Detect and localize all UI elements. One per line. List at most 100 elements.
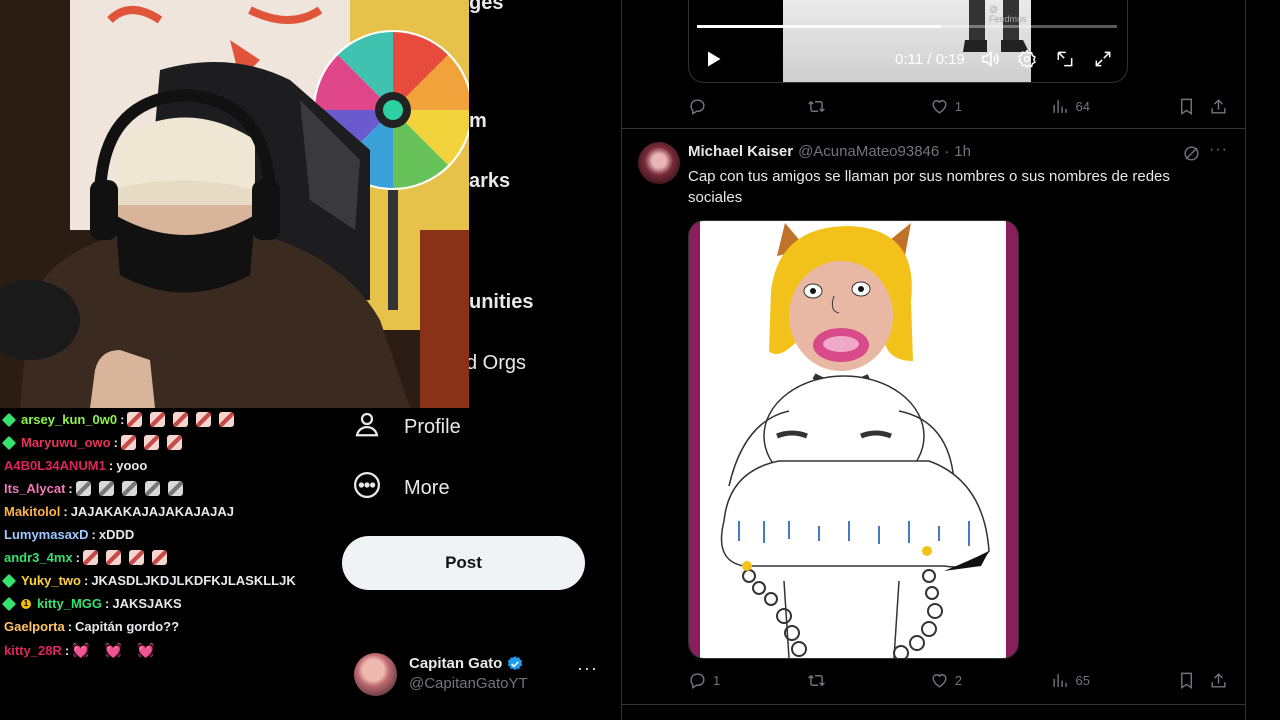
chat-emote-icon	[127, 412, 143, 427]
chat-username[interactable]: Yuky_two	[21, 573, 81, 588]
repost-icon	[807, 100, 825, 112]
play-button[interactable]	[703, 47, 723, 71]
chat-message: Yuky_two : JKASDLJKDJLKDFKJLASKLLJK	[1, 573, 296, 588]
views-icon	[1052, 99, 1067, 113]
chat-separator: :	[75, 550, 80, 565]
nav-item-profile[interactable]: Profile	[352, 409, 461, 445]
like-count: 1	[954, 98, 962, 114]
chat-emote-icon	[120, 435, 136, 450]
chat-separator: :	[63, 504, 68, 519]
like-button[interactable]: 2	[930, 671, 1051, 690]
chat-emote-icon: 💓	[72, 642, 90, 658]
views-icon	[1052, 673, 1067, 687]
chat-message: andr3_4mx :	[4, 550, 172, 565]
chat-message: Makitolol : JAJAKAKAJAJAKAJAJAJ	[4, 504, 234, 519]
video-time: 0:11 / 0:19	[895, 50, 965, 68]
chat-username[interactable]: A4B0L34ANUM1	[4, 458, 106, 473]
chat-emote-icon	[83, 550, 98, 565]
chat-text: JKASDLJKDJLKDFKJLASKLLJK	[91, 573, 296, 588]
subscriber-badge-icon	[1, 412, 17, 427]
chat-emote-icon	[143, 435, 159, 450]
chat-text: yooo	[116, 458, 148, 473]
bookmark-icon	[1181, 98, 1193, 115]
webcam-scene	[0, 0, 469, 408]
chat-message: LumymasaxD : xDDD	[4, 527, 134, 542]
chat-username[interactable]: Its_Alycat	[4, 481, 65, 496]
views-count: 65	[1075, 672, 1090, 688]
chat-emote-icon: 💓	[137, 642, 155, 658]
chat-username[interactable]: Maryuwu_owo	[21, 435, 111, 450]
chat-username[interactable]: Gaelporta	[4, 619, 65, 634]
nav-messages-label-fragment[interactable]: ges	[469, 0, 503, 15]
volume-button[interactable]	[979, 47, 1001, 71]
tweet-1-actions: 1 64	[688, 94, 1228, 118]
chat-username[interactable]: arsey_kun_0w0	[21, 412, 117, 427]
reply-button[interactable]: 1	[688, 671, 807, 690]
profile-icon	[352, 409, 382, 445]
chat-username[interactable]: kitty_MGG	[37, 596, 102, 611]
chat-username[interactable]: LumymasaxD	[4, 527, 89, 542]
share-button[interactable]	[1209, 671, 1228, 690]
nav-bookmarks-label-fragment[interactable]: arks	[469, 170, 510, 193]
chat-username[interactable]: andr3_4mx	[4, 550, 73, 565]
nav-premium-label-fragment[interactable]: m	[469, 110, 487, 133]
tweet-divider	[622, 128, 1245, 129]
tweet-more-icon[interactable]: ···	[1209, 141, 1228, 159]
video-watermark: @ Feedmus	[989, 4, 1027, 24]
chat-emote-icon	[121, 481, 137, 496]
chat-separator: :	[64, 643, 70, 658]
tweet-author-handle[interactable]: @AcunaMateo93846	[798, 143, 939, 160]
chat-username[interactable]: Makitolol	[4, 504, 60, 519]
account-switcher[interactable]: Capitan Gato @CapitanGatoYT ···	[354, 650, 610, 698]
account-handle: @CapitanGatoYT	[409, 675, 528, 692]
account-more-icon[interactable]: ···	[577, 658, 598, 679]
nav-more-label: More	[404, 476, 450, 499]
views-button[interactable]: 65	[1051, 671, 1178, 690]
repost-button[interactable]	[807, 671, 930, 690]
nav-item-more[interactable]: More	[352, 470, 450, 506]
tweet-timestamp[interactable]: 1h	[954, 143, 971, 160]
reply-button[interactable]	[688, 97, 807, 116]
chat-username[interactable]: kitty_28R	[4, 643, 62, 658]
nav-verified-orgs-label-fragment[interactable]: d Orgs	[466, 352, 526, 375]
chat-emote-icon	[196, 412, 212, 427]
repost-button[interactable]	[807, 97, 930, 116]
fullscreen-button[interactable]	[1093, 47, 1113, 71]
grok-icon[interactable]	[1182, 144, 1201, 163]
feed-border-right	[1245, 0, 1246, 720]
chat-message: 1 kitty_MGG : JAKSJAKS	[1, 596, 182, 611]
video-progress-bar[interactable]	[697, 25, 1117, 28]
play-icon	[708, 51, 721, 67]
post-button[interactable]: Post	[342, 536, 585, 590]
gift-badge-icon: 1	[21, 598, 31, 609]
chat-emote-icon	[98, 481, 114, 496]
bookmark-icon	[1181, 672, 1193, 689]
chat-emote-icon	[106, 550, 121, 565]
bookmark-button[interactable]	[1177, 97, 1209, 116]
chat-separator: :	[113, 435, 118, 450]
tweet-author-avatar[interactable]	[638, 142, 680, 184]
chat-emote-icon	[129, 550, 144, 565]
bookmark-button[interactable]	[1177, 671, 1209, 690]
tweet-image[interactable]	[688, 220, 1019, 659]
reply-icon	[690, 672, 705, 689]
pip-button[interactable]	[1055, 47, 1075, 71]
share-button[interactable]	[1209, 97, 1228, 116]
video-player[interactable]: @ Feedmus 0:11 / 0:19	[688, 0, 1128, 83]
chat-text: xDDD	[98, 527, 135, 542]
nav-communities-label-fragment[interactable]: unities	[469, 291, 533, 314]
chat-separator: :	[67, 619, 73, 634]
chat-emote-icon: 💓	[104, 642, 123, 658]
chat-separator: :	[68, 481, 73, 496]
settings-button[interactable]	[1017, 47, 1037, 71]
views-button[interactable]: 64	[1051, 97, 1178, 116]
chat-message: Its_Alycat :	[4, 481, 188, 496]
tweet-author-name[interactable]: Michael Kaiser	[688, 143, 793, 160]
feed-border-left	[621, 0, 622, 720]
chat-emote-icon	[75, 481, 91, 496]
chat-emote-icon	[219, 412, 235, 427]
more-circle-icon	[352, 470, 382, 506]
like-button[interactable]: 1	[930, 97, 1051, 116]
chat-text: Capitán gordo??	[75, 619, 180, 634]
chat-emote-icon	[144, 481, 160, 496]
